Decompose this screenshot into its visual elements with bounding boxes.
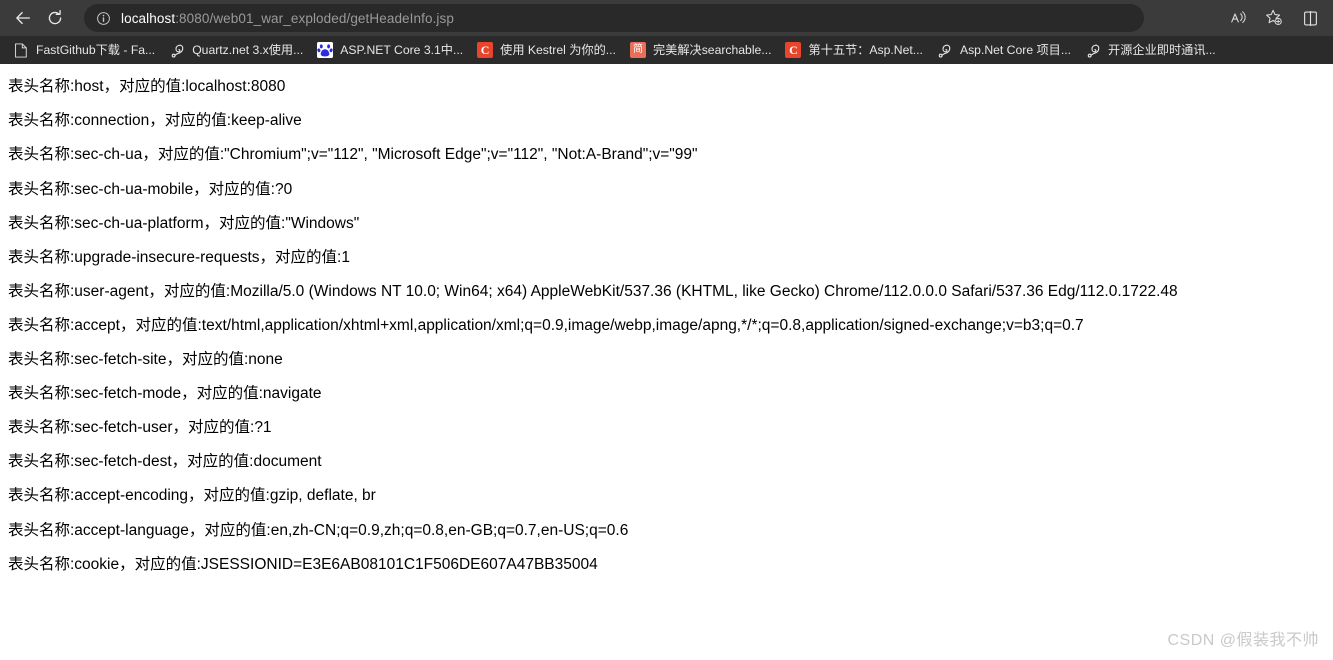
csdn-icon: C <box>785 42 802 58</box>
bookmark-label: 开源企业即时通讯... <box>1108 42 1216 57</box>
bookmark-item[interactable]: ASP.NET Core 3.1中... <box>310 39 470 61</box>
header-line: 表头名称:sec-ch-ua，对应的值:"Chromium";v="112", … <box>8 146 698 164</box>
header-line: 表头名称:sec-fetch-mode，对应的值:navigate <box>8 385 322 403</box>
site-information-icon[interactable] <box>96 11 111 26</box>
header-line: 表头名称:upgrade-insecure-requests，对应的值:1 <box>8 248 350 266</box>
bookmark-label: FastGithub下载 - Fa... <box>36 42 156 57</box>
browser-toolbar: localhost:8080/web01_war_exploded/getHea… <box>0 0 1333 36</box>
split-screen-icon <box>1303 10 1317 26</box>
read-aloud-button[interactable] <box>1223 3 1253 33</box>
bookmark-label: Quartz.net 3.x使用... <box>192 42 304 57</box>
page-content: 表头名称:host，对应的值:localhost:8080 表头名称:conne… <box>0 64 1333 660</box>
header-line: 表头名称:accept-language，对应的值:en,zh-CN;q=0.9… <box>8 521 629 539</box>
url-path: :8080/web01_war_exploded/getHeadeInfo.js… <box>175 10 454 26</box>
bookmark-label: 完美解决searchable... <box>652 42 772 57</box>
bookmark-item[interactable]: C 使用 Kestrel 为你的... <box>470 39 623 61</box>
cnblogs-icon <box>169 42 185 58</box>
split-screen-button[interactable] <box>1295 3 1325 33</box>
back-button[interactable] <box>8 3 38 33</box>
add-favorite-button[interactable] <box>1259 3 1289 33</box>
baidu-icon <box>317 42 334 58</box>
bookmark-item[interactable]: Quartz.net 3.x使用... <box>162 39 310 61</box>
jianshu-icon: 简 <box>629 42 646 58</box>
reload-icon <box>48 9 62 25</box>
bookmark-label: 使用 Kestrel 为你的... <box>500 42 616 57</box>
bookmark-item[interactable]: 简 完美解决searchable... <box>623 39 779 61</box>
header-line: 表头名称:user-agent，对应的值:Mozilla/5.0 (Window… <box>8 282 1178 300</box>
header-line: 表头名称:host，对应的值:localhost:8080 <box>8 78 286 96</box>
cnblogs-icon <box>1085 42 1101 58</box>
csdn-icon: C <box>477 42 494 58</box>
header-line: 表头名称:accept，对应的值:text/html,application/x… <box>8 316 1084 334</box>
back-arrow-icon <box>16 11 30 25</box>
header-line: 表头名称:accept-encoding，对应的值:gzip, deflate,… <box>8 487 376 505</box>
browser-chrome: localhost:8080/web01_war_exploded/getHea… <box>0 0 1333 64</box>
url-host: localhost <box>121 10 176 26</box>
bookmark-item[interactable]: Asp.Net Core 项目... <box>930 39 1078 61</box>
toolbar-right-icons <box>1217 3 1325 33</box>
url-text[interactable]: localhost:8080/web01_war_exploded/getHea… <box>121 11 454 26</box>
bookmark-label: 第十五节：Asp.Net... <box>808 42 923 57</box>
bookmark-item[interactable]: 开源企业即时通讯... <box>1078 39 1223 61</box>
bookmark-label: Asp.Net Core 项目... <box>959 42 1072 57</box>
bookmark-item[interactable]: C 第十五节：Asp.Net... <box>778 39 929 61</box>
header-line: 表头名称:connection，对应的值:keep-alive <box>8 112 302 130</box>
csdn-watermark: CSDN @假装我不帅 <box>1167 632 1319 649</box>
bookmark-label: ASP.NET Core 3.1中... <box>340 42 464 57</box>
bookmarks-bar: FastGithub下载 - Fa... Quartz.net 3.x使用... <box>0 36 1333 64</box>
header-line: 表头名称:sec-fetch-site，对应的值:none <box>8 351 283 369</box>
cnblogs-icon <box>937 42 953 58</box>
document-icon <box>13 42 29 58</box>
add-favorite-icon <box>1266 9 1282 26</box>
bookmark-item[interactable]: FastGithub下载 - Fa... <box>6 39 162 61</box>
header-line: 表头名称:sec-fetch-dest，对应的值:document <box>8 453 322 471</box>
address-bar[interactable]: localhost:8080/web01_war_exploded/getHea… <box>84 4 1144 32</box>
header-line: 表头名称:cookie，对应的值:JSESSIONID=E3E6AB08101C… <box>8 555 598 573</box>
header-line: 表头名称:sec-ch-ua-mobile，对应的值:?0 <box>8 180 293 198</box>
header-line: 表头名称:sec-fetch-user，对应的值:?1 <box>8 419 272 437</box>
header-line: 表头名称:sec-ch-ua-platform，对应的值:"Windows" <box>8 214 360 232</box>
reload-button[interactable] <box>40 3 70 33</box>
read-aloud-icon <box>1230 10 1246 23</box>
